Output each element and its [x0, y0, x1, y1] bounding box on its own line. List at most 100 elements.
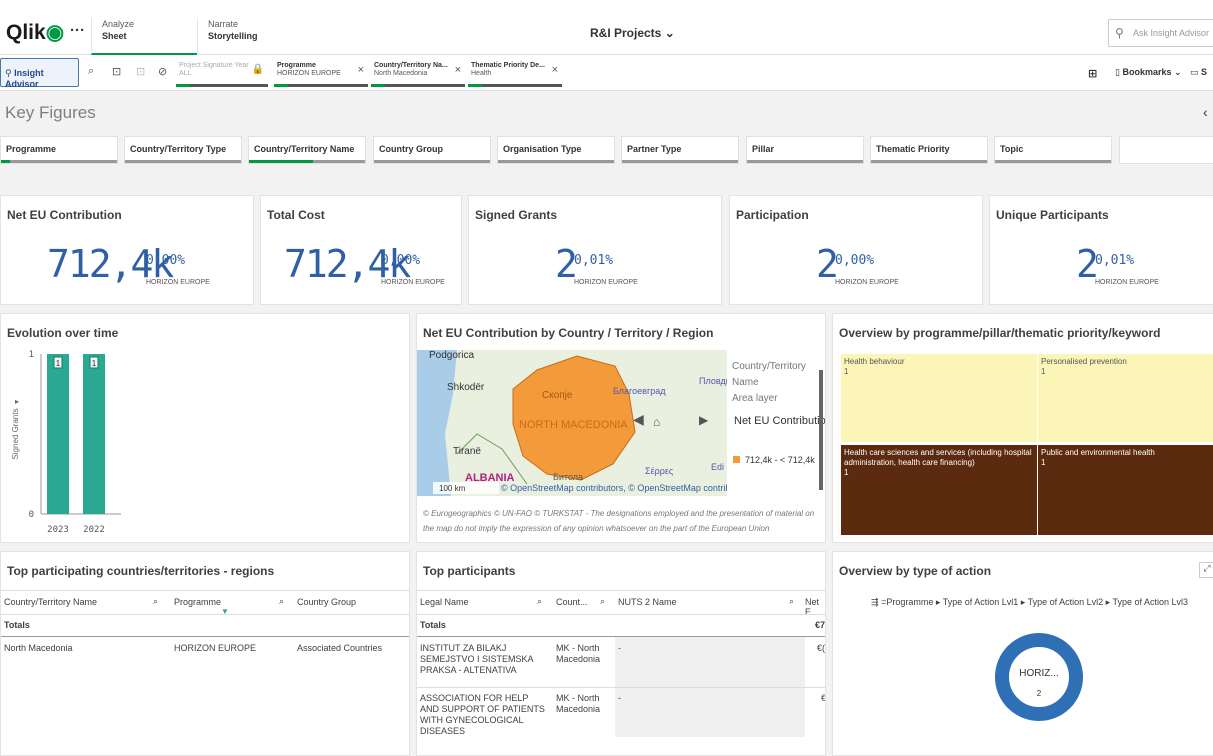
treemap-panel[interactable]: Overview by programme/pillar/thematic pr… — [832, 313, 1213, 543]
close-icon[interactable]: × — [358, 65, 364, 76]
treemap-cell[interactable]: Health behaviour 1 — [841, 354, 1037, 442]
selection-country-territory-name[interactable]: Country/Territory Na... North Macedonia … — [371, 59, 465, 87]
search-icon[interactable]: ⌕ — [789, 596, 794, 607]
search-icon[interactable]: ⌕ — [153, 596, 158, 607]
selection-thematic-priority[interactable]: Thematic Priority De... Health × — [468, 59, 562, 87]
kpi-total-cost[interactable]: Total Cost 712,4k 0,00% HORIZON EUROPE — [260, 195, 462, 305]
treemap-cell[interactable]: Health care sciences and services (inclu… — [841, 445, 1037, 535]
countries-table-panel[interactable]: Top participating countries/territories … — [0, 551, 410, 756]
qlik-logo[interactable]: Qlik◉ — [6, 20, 64, 45]
filter-organisation-type[interactable]: Organisation Type — [497, 136, 615, 164]
kpi-percentage: 0,01% — [574, 253, 614, 268]
bar[interactable] — [47, 354, 69, 514]
table-cell: MK - North Macedonia — [556, 693, 601, 714]
kpi-subtitle: HORIZON EUROPE — [381, 279, 445, 286]
treemap-cell-value: 1 — [1041, 367, 1046, 376]
column-header[interactable]: Legal Name — [420, 597, 469, 607]
grid-view-icon[interactable]: ⊞ — [1088, 67, 1097, 80]
map-label-serres: Σέρρες — [645, 466, 674, 476]
tab-narrate[interactable]: Narrate Storytelling — [197, 18, 303, 55]
map-home-icon[interactable]: ⌂ — [653, 415, 660, 429]
map-label-bitola: Битола — [553, 472, 583, 482]
filter-label: Programme — [6, 144, 57, 154]
filter-more[interactable] — [1119, 136, 1213, 164]
sheets-button[interactable]: ▭ S — [1190, 67, 1207, 78]
bookmarks-button[interactable]: ▯ Bookmarks ⌄ — [1115, 67, 1182, 78]
column-header[interactable]: Count... — [556, 597, 588, 607]
y-axis-label: Signed Grants — [11, 408, 20, 459]
map-arrow-right-icon[interactable]: ▶ — [699, 413, 709, 427]
chevron-left-icon[interactable]: ‹ — [1203, 104, 1208, 120]
bar[interactable] — [83, 354, 105, 514]
search-icon[interactable]: ⌕ — [279, 596, 284, 607]
kpi-net-eu-contribution[interactable]: Net EU Contribution 712,4k 0,00% HORIZON… — [0, 195, 254, 305]
map-panel[interactable]: Net EU Contribution by Country / Territo… — [416, 313, 826, 543]
map-scale: 100 km — [439, 484, 466, 493]
column-header[interactable]: NUTS 2 Name — [618, 597, 677, 607]
table-cell: - — [618, 693, 621, 703]
filter-pillar[interactable]: Pillar — [746, 136, 864, 164]
x-tick-label: 2023 — [47, 525, 69, 535]
treemap-cell-label: Health behaviour — [844, 357, 905, 366]
table-cell: - — [618, 643, 621, 653]
treemap-cell-label: Public and environmental health — [1041, 448, 1155, 457]
kpi-signed-grants[interactable]: Signed Grants 2 0,01% HORIZON EUROPE — [468, 195, 722, 305]
search-icon[interactable]: ⌕ — [537, 596, 542, 607]
step-forward-icon[interactable]: ⊡ — [136, 65, 145, 78]
app-title-dropdown[interactable]: R&I Projects ⌄ — [590, 26, 675, 40]
kpi-participation[interactable]: Participation 2 0,00% HORIZON EUROPE — [729, 195, 983, 305]
filter-bar — [747, 160, 863, 163]
action-type-panel[interactable]: Overview by type of action ⤢ ⇶ =Programm… — [832, 551, 1213, 756]
treemap-cell[interactable]: Public and environmental health 1 — [1038, 445, 1213, 535]
evolution-bar-chart[interactable]: Signed Grants ▸ 0 1 1 2023 1 2022 — [1, 314, 410, 543]
column-header[interactable]: Country/Territory Name — [4, 597, 97, 607]
column-header[interactable]: Country Group — [297, 597, 356, 607]
tab-analyze[interactable]: Analyze Sheet — [91, 18, 197, 55]
filter-topic[interactable]: Topic — [994, 136, 1112, 164]
kpi-title: Unique Participants — [996, 208, 1109, 222]
map-label-tirane: Tiranë — [453, 446, 481, 457]
lightbulb-icon: ⚲ — [5, 68, 12, 78]
kpi-percentage: 0,00% — [146, 253, 186, 268]
selection-value: HORIZON EUROPE — [277, 70, 341, 77]
sheets-label: S — [1201, 67, 1208, 77]
map-attribution: © OpenStreetMap contributors, © OpenStre… — [501, 483, 751, 493]
table-divider — [1, 636, 409, 637]
legend-metric: Net EU Contribution — [734, 415, 826, 427]
step-back-icon[interactable]: ⊡ — [112, 65, 121, 78]
filter-programme[interactable]: Programme — [0, 136, 118, 164]
column-header[interactable]: Programme — [174, 597, 221, 607]
participants-table-panel[interactable]: Top participants Legal Name ⌕ Count... ⌕… — [416, 551, 826, 756]
filter-partner-type[interactable]: Partner Type — [621, 136, 739, 164]
legend-range: 712,4k - < 712,4k — [745, 455, 815, 465]
insight-search-input[interactable]: ⚲ Ask Insight Advisor — [1108, 19, 1213, 47]
x-tick-label: 2022 — [83, 525, 105, 535]
selection-title: Programme — [277, 62, 316, 69]
treemap-cell[interactable]: Personalised prevention 1 — [1038, 354, 1213, 442]
totals-label: Totals — [420, 620, 446, 630]
filter-thematic-priority[interactable]: Thematic Priority — [870, 136, 988, 164]
lock-icon[interactable]: 🔒 — [252, 65, 264, 75]
filter-country-territory-type[interactable]: Country/Territory Type — [124, 136, 242, 164]
clear-selections-icon[interactable]: ⊘ — [158, 65, 167, 78]
donut-chart[interactable]: HORIZ... 2 — [833, 552, 1213, 756]
map-arrow-left-icon[interactable]: ◀ — [633, 411, 644, 427]
legend-swatch — [733, 456, 740, 463]
ellipsis-icon[interactable]: ··· — [70, 22, 85, 39]
legend-line1: Country/Territory — [732, 361, 806, 372]
filter-country-group[interactable]: Country Group — [373, 136, 491, 164]
chevron-down-icon: ⌄ — [664, 26, 675, 40]
kpi-unique-participants[interactable]: Unique Participants 2 0,01% HORIZON EURO… — [989, 195, 1213, 305]
search-icon[interactable]: ⌕ — [600, 596, 605, 607]
close-icon[interactable]: × — [552, 65, 558, 76]
close-icon[interactable]: × — [455, 65, 461, 76]
evolution-chart-panel[interactable]: Evolution over time Signed Grants ▸ 0112… — [0, 313, 410, 543]
insight-advisor-button[interactable]: ⚲ Insight Advisor — [0, 58, 79, 89]
filter-country-territory-name[interactable]: Country/Territory Name — [248, 136, 366, 164]
table-divider — [1, 590, 409, 591]
smart-search-icon[interactable]: ⌕ — [88, 65, 94, 78]
selection-programme[interactable]: Programme HORIZON EUROPE × — [274, 59, 368, 87]
selection-project-signature-year[interactable]: Project Signature Year ALL 🔒 — [176, 59, 268, 87]
expand-arrow-icon[interactable]: ▸ — [15, 397, 19, 406]
legend-scrollbar[interactable] — [819, 370, 823, 490]
